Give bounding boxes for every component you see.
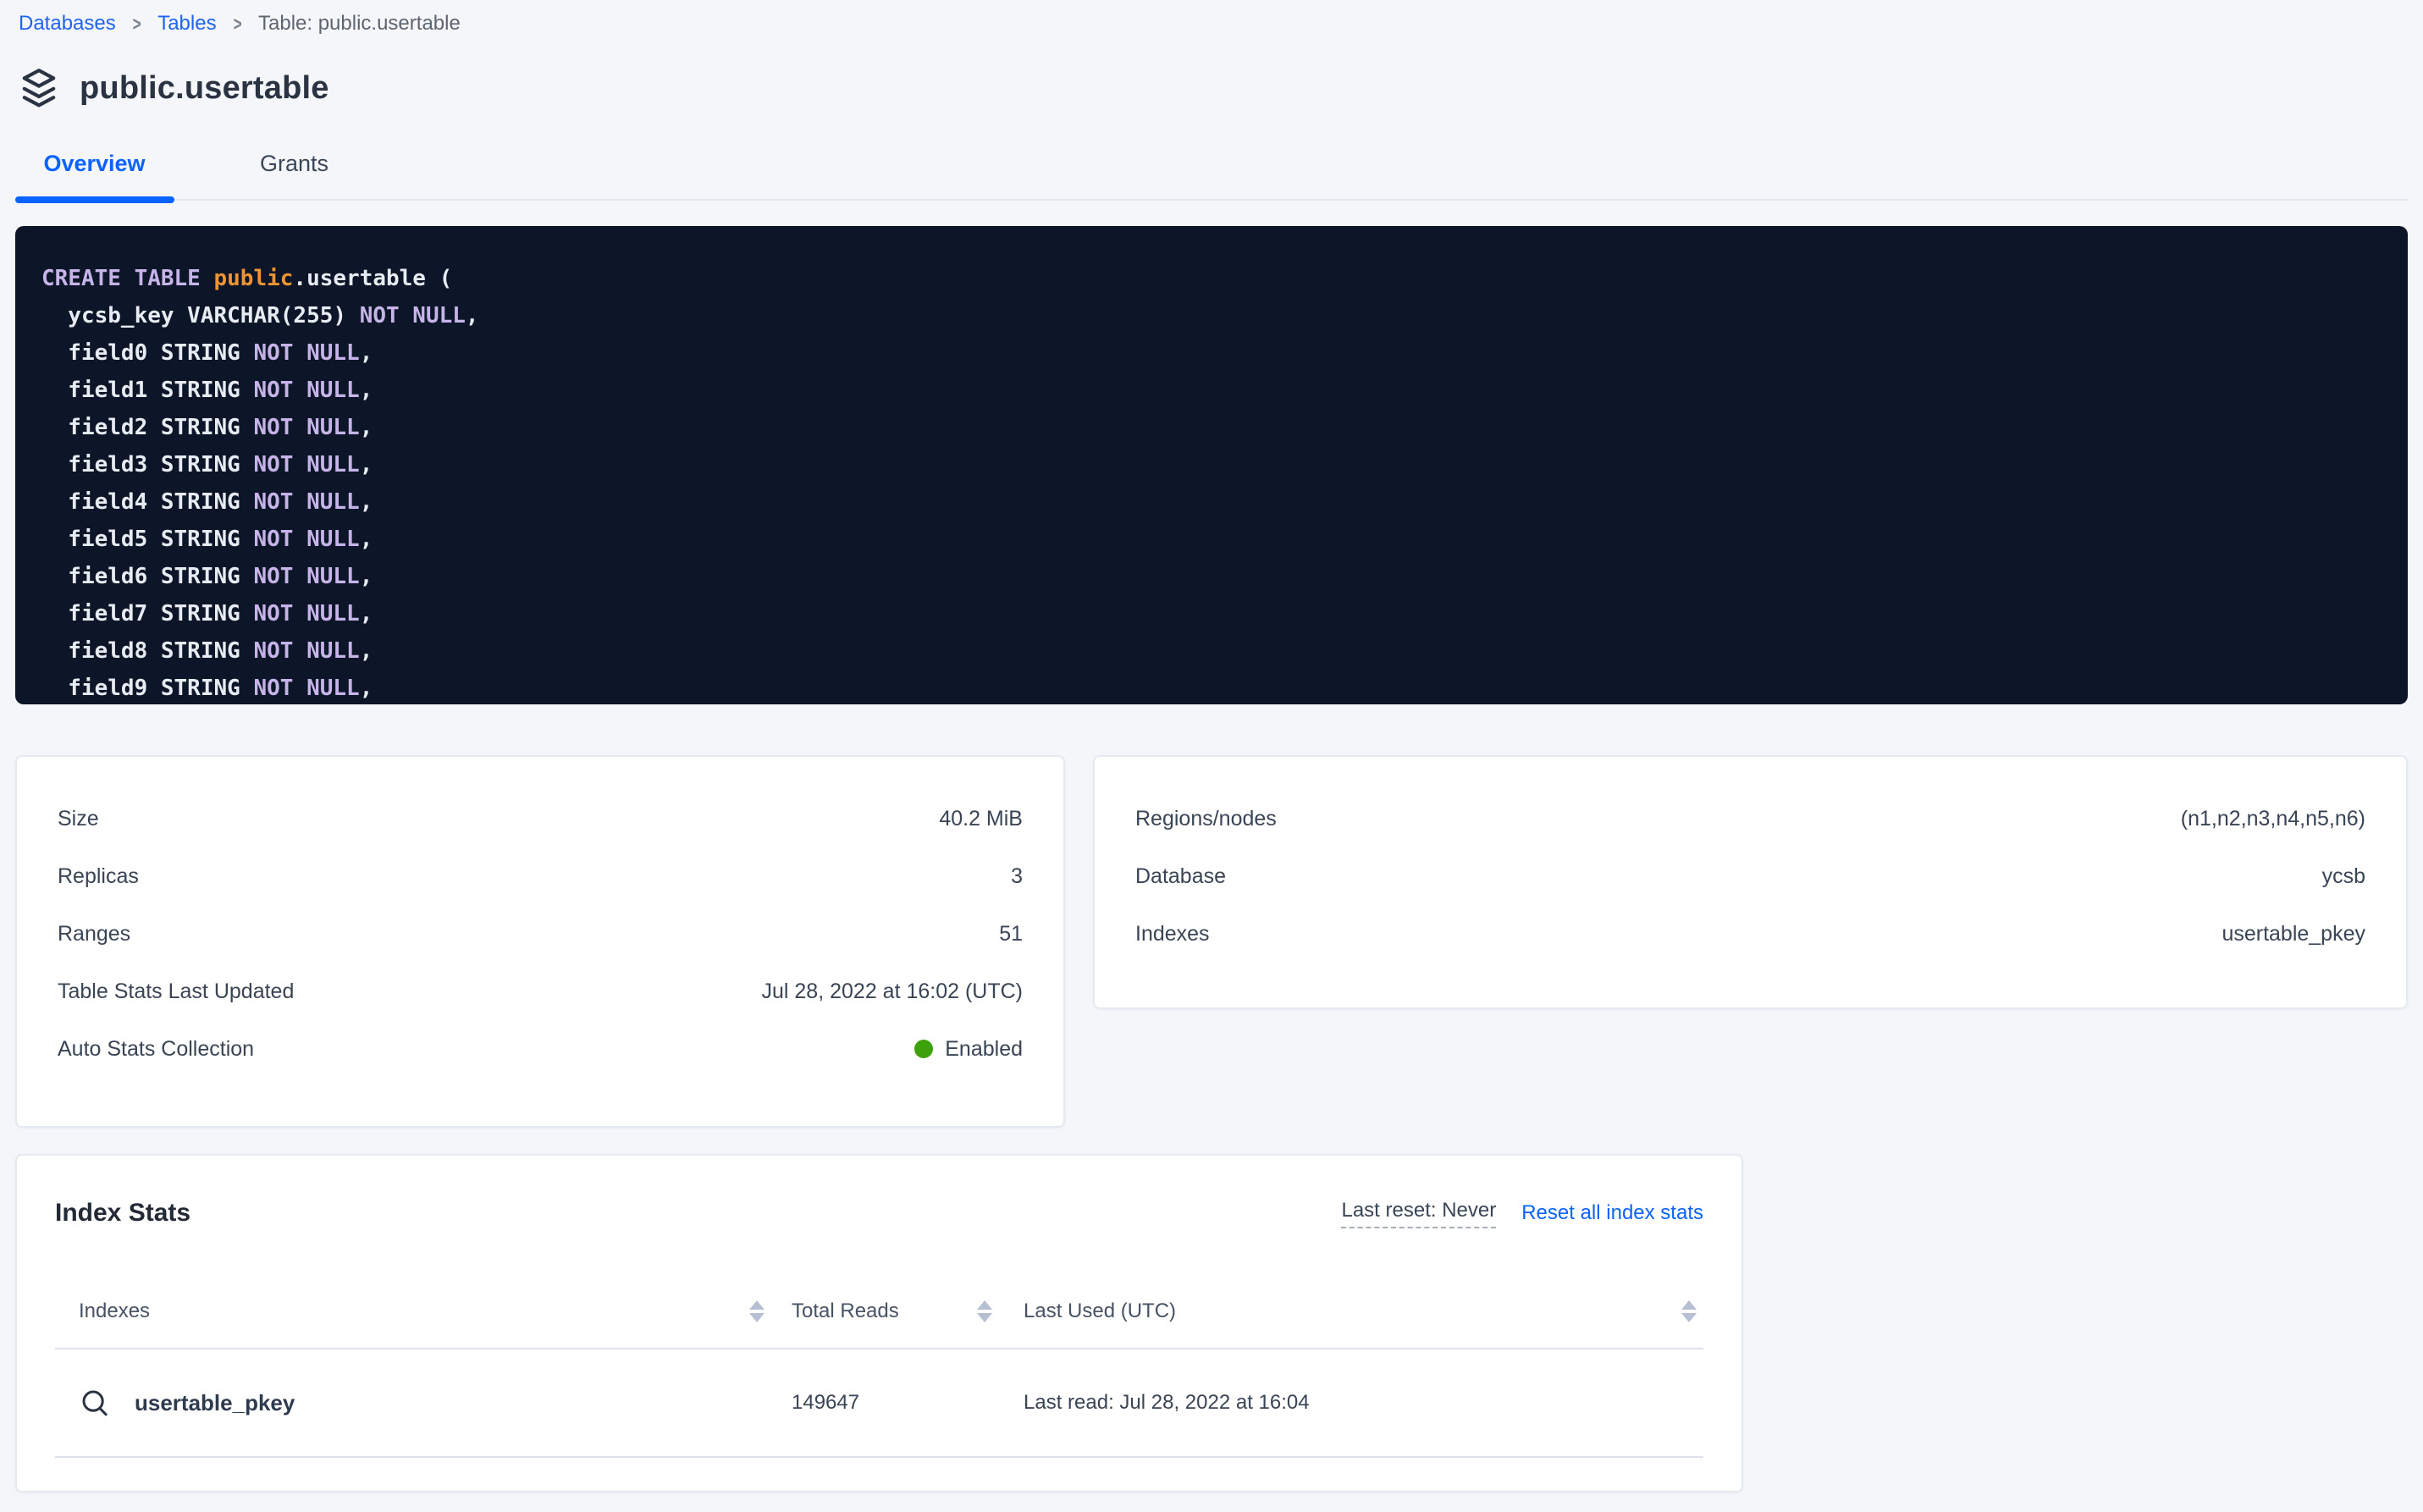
summary-label: Replicas: [58, 864, 139, 889]
summary-label: Auto Stats Collection: [58, 1037, 254, 1062]
create-table-sql-block[interactable]: CREATE TABLE public.usertable ( ycsb_key…: [15, 226, 2408, 704]
summary-label: Ranges: [58, 922, 130, 946]
table-details-page: Databases > Tables > Table: public.usert…: [0, 0, 2423, 1512]
summary-row-ranges: Ranges 51: [58, 905, 1023, 963]
summary-value: usertable_pkey: [2222, 922, 2365, 946]
page-title-row: public.usertable: [15, 66, 2408, 110]
sql-line: field1 STRING NOT NULL,: [41, 372, 2382, 409]
sql-line: field5 STRING NOT NULL,: [41, 521, 2382, 558]
summary-row-size: Size 40.2 MiB: [58, 790, 1023, 847]
index-stats-actions: Last reset: Never Reset all index stats: [1341, 1199, 1703, 1228]
magnifier-icon: [79, 1387, 111, 1419]
summary-row-indexes: Indexes usertable_pkey: [1135, 905, 2365, 963]
sort-icon[interactable]: [977, 1300, 992, 1322]
database-summary-card: Regions/nodes (n1,n2,n3,n4,n5,n6) Databa…: [1093, 755, 2408, 1009]
breadcrumb-current-table: Table: public.usertable: [258, 12, 461, 36]
summary-row-stats-updated: Table Stats Last Updated Jul 28, 2022 at…: [58, 963, 1023, 1020]
column-label: Last Used (UTC): [1024, 1300, 1176, 1323]
table-summary-card: Size 40.2 MiB Replicas 3 Ranges 51 Table…: [15, 755, 1065, 1128]
summary-row-database: Database ycsb: [1135, 847, 2365, 905]
sort-icon[interactable]: [1681, 1300, 1697, 1322]
index-stats-card: Index Stats Last reset: Never Reset all …: [15, 1154, 1743, 1493]
breadcrumb-databases[interactable]: Databases: [19, 12, 116, 36]
summary-value: 40.2 MiB: [939, 807, 1023, 831]
index-name-cell: usertable_pkey: [55, 1387, 764, 1419]
index-stats-header: Index Stats Last reset: Never Reset all …: [55, 1198, 1703, 1228]
column-header-total-reads[interactable]: Total Reads: [792, 1300, 992, 1323]
summary-label: Indexes: [1135, 922, 1210, 946]
summary-value: Enabled: [914, 1037, 1023, 1062]
total-reads-cell: 149647: [792, 1391, 992, 1415]
summary-row-auto-stats: Auto Stats Collection Enabled: [58, 1020, 1023, 1078]
tab-overview[interactable]: Overview: [15, 151, 174, 177]
index-table-row[interactable]: usertable_pkey 149647 Last read: Jul 28,…: [55, 1349, 1703, 1458]
summary-value: 51: [999, 922, 1023, 946]
summary-label: Table Stats Last Updated: [58, 979, 294, 1004]
breadcrumb-tables[interactable]: Tables: [157, 12, 216, 36]
index-table-header: Indexes Total Reads Last Used (UTC): [55, 1275, 1703, 1349]
sql-line: CREATE TABLE public.usertable (: [41, 260, 2382, 297]
sql-line: ycsb_key VARCHAR(255) NOT NULL,: [41, 297, 2382, 334]
chevron-right-icon: >: [132, 13, 141, 36]
sql-line: field4 STRING NOT NULL,: [41, 483, 2382, 521]
reset-all-index-stats-link[interactable]: Reset all index stats: [1521, 1201, 1703, 1225]
summary-label: Size: [58, 807, 99, 831]
index-stats-title: Index Stats: [55, 1198, 190, 1228]
last-reset-label[interactable]: Last reset: Never: [1341, 1199, 1496, 1228]
summary-label: Regions/nodes: [1135, 807, 1277, 831]
summary-label: Database: [1135, 864, 1226, 889]
status-badge: Enabled: [945, 1037, 1023, 1062]
index-name[interactable]: usertable_pkey: [135, 1390, 295, 1416]
breadcrumb: Databases > Tables > Table: public.usert…: [15, 0, 2408, 36]
summary-row-regions: Regions/nodes (n1,n2,n3,n4,n5,n6): [1135, 790, 2365, 847]
sql-line: field9 STRING NOT NULL,: [41, 670, 2382, 704]
active-tab-underline: [15, 196, 174, 203]
stack-icon: [19, 66, 59, 110]
column-header-indexes[interactable]: Indexes: [55, 1300, 764, 1323]
column-header-last-used[interactable]: Last Used (UTC): [1024, 1300, 1703, 1323]
page-title: public.usertable: [80, 70, 329, 107]
summary-value: 3: [1011, 864, 1023, 889]
summary-value: ycsb: [2322, 864, 2365, 889]
sql-line: field8 STRING NOT NULL,: [41, 632, 2382, 670]
summary-value: Jul 28, 2022 at 16:02 (UTC): [762, 979, 1024, 1004]
sql-line: field2 STRING NOT NULL,: [41, 409, 2382, 446]
tab-grants[interactable]: Grants: [233, 151, 356, 177]
chevron-right-icon: >: [233, 13, 241, 36]
last-used-cell: Last read: Jul 28, 2022 at 16:04: [1024, 1391, 1703, 1415]
sql-line: field0 STRING NOT NULL,: [41, 334, 2382, 372]
column-label: Total Reads: [792, 1300, 899, 1323]
tab-bar: Overview Grants: [15, 151, 2408, 201]
sql-line: field7 STRING NOT NULL,: [41, 595, 2382, 632]
summary-cards-row: Size 40.2 MiB Replicas 3 Ranges 51 Table…: [15, 755, 2408, 1128]
sql-line: field3 STRING NOT NULL,: [41, 446, 2382, 483]
summary-value: (n1,n2,n3,n4,n5,n6): [2181, 807, 2365, 831]
sql-line: field6 STRING NOT NULL,: [41, 558, 2382, 595]
summary-row-replicas: Replicas 3: [58, 847, 1023, 905]
enabled-status-dot: [914, 1040, 933, 1058]
sort-icon[interactable]: [749, 1300, 764, 1322]
column-label: Indexes: [79, 1300, 150, 1323]
